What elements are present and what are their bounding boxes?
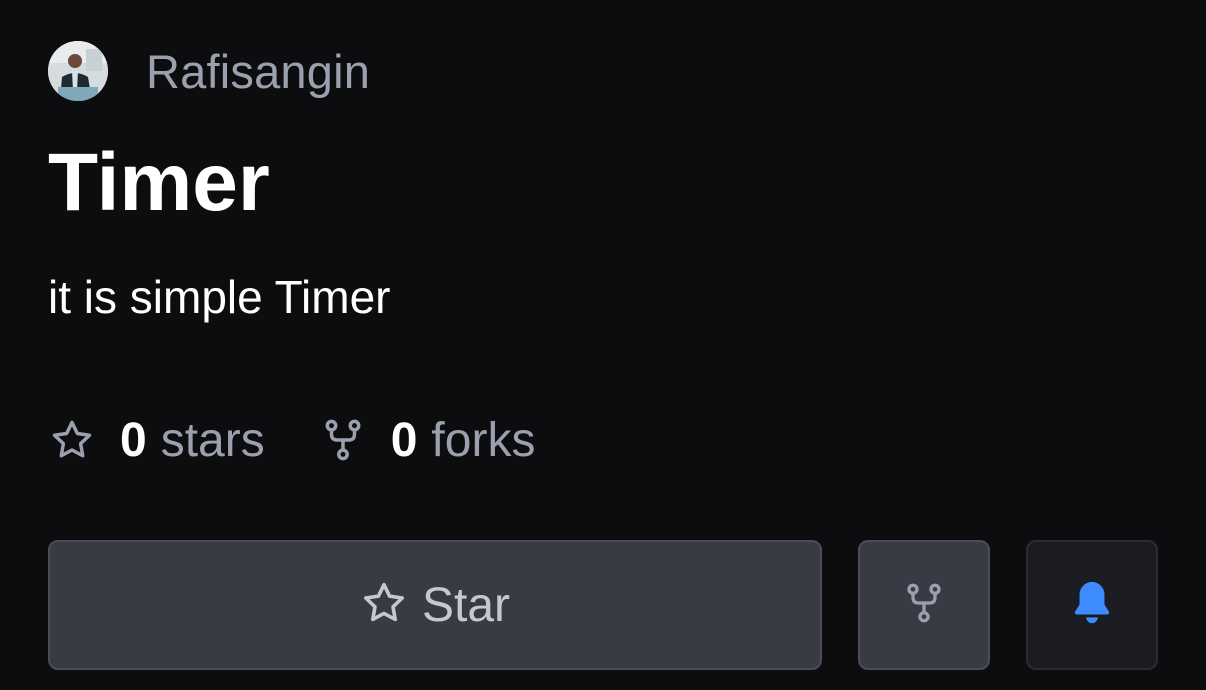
owner-avatar[interactable] [48,41,108,101]
fork-icon [902,581,946,630]
repo-description: it is simple Timer [48,271,391,323]
forks-stat[interactable]: 0 forks [319,413,536,468]
fork-icon [319,416,367,464]
repo-title: Timer [48,137,270,228]
repo-stats: 0 stars 0 forks [48,410,535,470]
stars-label: stars [160,413,265,467]
forks-label: forks [431,413,536,467]
star-button-label: Star [421,578,511,632]
repo-owner[interactable]: Rafisangin [48,41,370,101]
star-button[interactable]: Star [48,540,822,670]
star-outline-icon [360,579,408,632]
stars-count: 0 [120,413,147,467]
stars-stat[interactable]: 0 stars [48,413,265,468]
watch-button[interactable] [1026,540,1158,670]
fork-button[interactable] [858,540,990,670]
star-outline-icon [48,416,96,464]
forks-count: 0 [390,413,418,467]
owner-name[interactable]: Rafisangin [146,44,370,99]
bell-icon [1069,578,1115,633]
